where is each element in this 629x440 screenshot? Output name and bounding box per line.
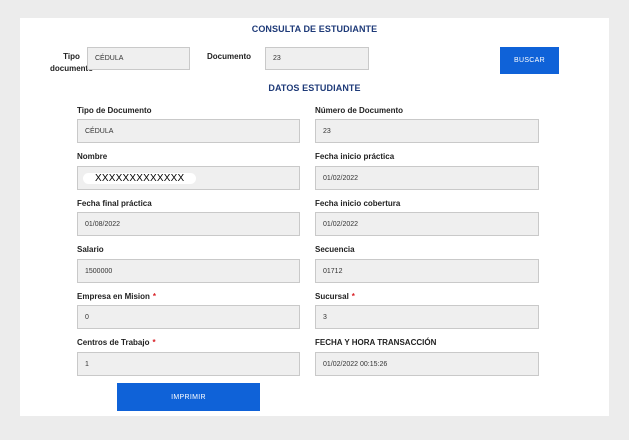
fecha-inicio-cobertura-label: Fecha inicio cobertura (315, 199, 401, 208)
imprimir-button[interactable]: IMPRIMIR (117, 383, 260, 411)
tipo-documento-search-select[interactable]: CÉDULA (87, 47, 190, 70)
empresa-mision-field[interactable]: 0 (77, 305, 300, 329)
fecha-inicio-cobertura-field[interactable]: 01/02/2022 (315, 212, 539, 236)
nombre-field[interactable]: XXXXXXXXXXXXX (77, 166, 300, 190)
centros-trabajo-field[interactable]: 1 (77, 352, 300, 376)
sucursal-label: Sucursal * (315, 292, 355, 301)
documento-search-input[interactable]: 23 (265, 47, 369, 70)
salario-label: Salario (77, 245, 104, 254)
fecha-final-practica-label: Fecha final práctica (77, 199, 152, 208)
numero-documento-label: Número de Documento (315, 106, 404, 115)
fecha-hora-transaccion-label: FECHA Y HORA TRANSACCIÓN (315, 338, 437, 347)
buscar-button[interactable]: BUSCAR (500, 47, 559, 74)
documento-search-label: Documento (207, 52, 251, 61)
required-marker: * (351, 292, 355, 301)
tipo-documento-field[interactable]: CÉDULA (77, 119, 300, 143)
required-marker: * (152, 338, 156, 347)
empresa-mision-label: Empresa en Mision * (77, 292, 157, 301)
required-marker: * (152, 292, 157, 301)
tipo-documento-label: Tipo de Documento (77, 106, 152, 115)
fecha-final-practica-field[interactable]: 01/08/2022 (77, 212, 300, 236)
sucursal-field[interactable]: 3 (315, 305, 539, 329)
fecha-inicio-practica-label: Fecha inicio práctica (315, 152, 395, 161)
fecha-inicio-practica-field[interactable]: 01/02/2022 (315, 166, 539, 190)
nombre-value: XXXXXXXXXXXXX (83, 172, 197, 184)
consulta-title: CONSULTA DE ESTUDIANTE (251, 24, 378, 34)
secuencia-field[interactable]: 01712 (315, 259, 539, 283)
datos-title: DATOS ESTUDIANTE (268, 83, 361, 93)
fecha-hora-transaccion-field[interactable]: 01/02/2022 00:15:26 (315, 352, 539, 376)
numero-documento-field[interactable]: 23 (315, 119, 539, 143)
secuencia-label: Secuencia (315, 245, 355, 254)
nombre-label: Nombre (77, 152, 108, 161)
salario-field[interactable]: 1500000 (77, 259, 300, 283)
centros-trabajo-label: Centros de Trabajo * (77, 338, 156, 347)
